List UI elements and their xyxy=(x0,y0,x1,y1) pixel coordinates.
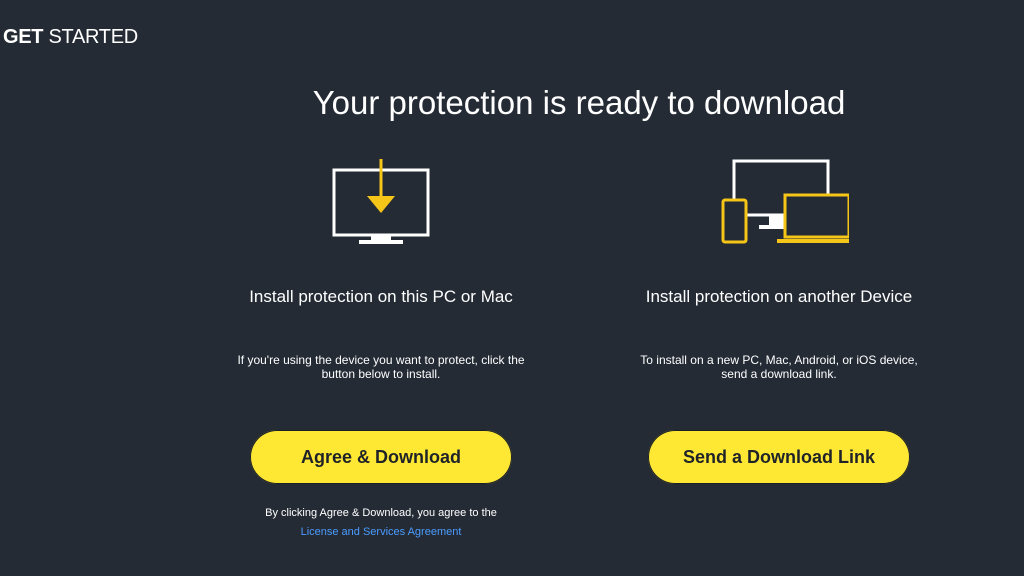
license-agreement-link[interactable]: License and Services Agreement xyxy=(231,525,531,539)
legal-notice: By clicking Agree & Download, you agree … xyxy=(265,507,497,519)
brand-header: GET STARTED xyxy=(3,25,138,49)
option-description-this-device: If you're using the device you want to p… xyxy=(237,353,525,381)
multi-device-icon xyxy=(629,155,929,250)
brand-light: STARTED xyxy=(48,26,138,48)
option-title-another-device: Install protection on another Device xyxy=(645,287,913,306)
option-description-another-device: To install on a new PC, Mac, Android, or… xyxy=(640,353,918,381)
option-title-this-device: Install protection on this PC or Mac xyxy=(249,287,513,306)
brand-bold: GET xyxy=(3,26,44,48)
page-title: Your protection is ready to download xyxy=(312,84,846,121)
agree-download-button[interactable]: Agree & Download xyxy=(250,430,512,484)
send-download-link-button[interactable]: Send a Download Link xyxy=(648,430,910,484)
monitor-download-icon xyxy=(231,155,531,250)
